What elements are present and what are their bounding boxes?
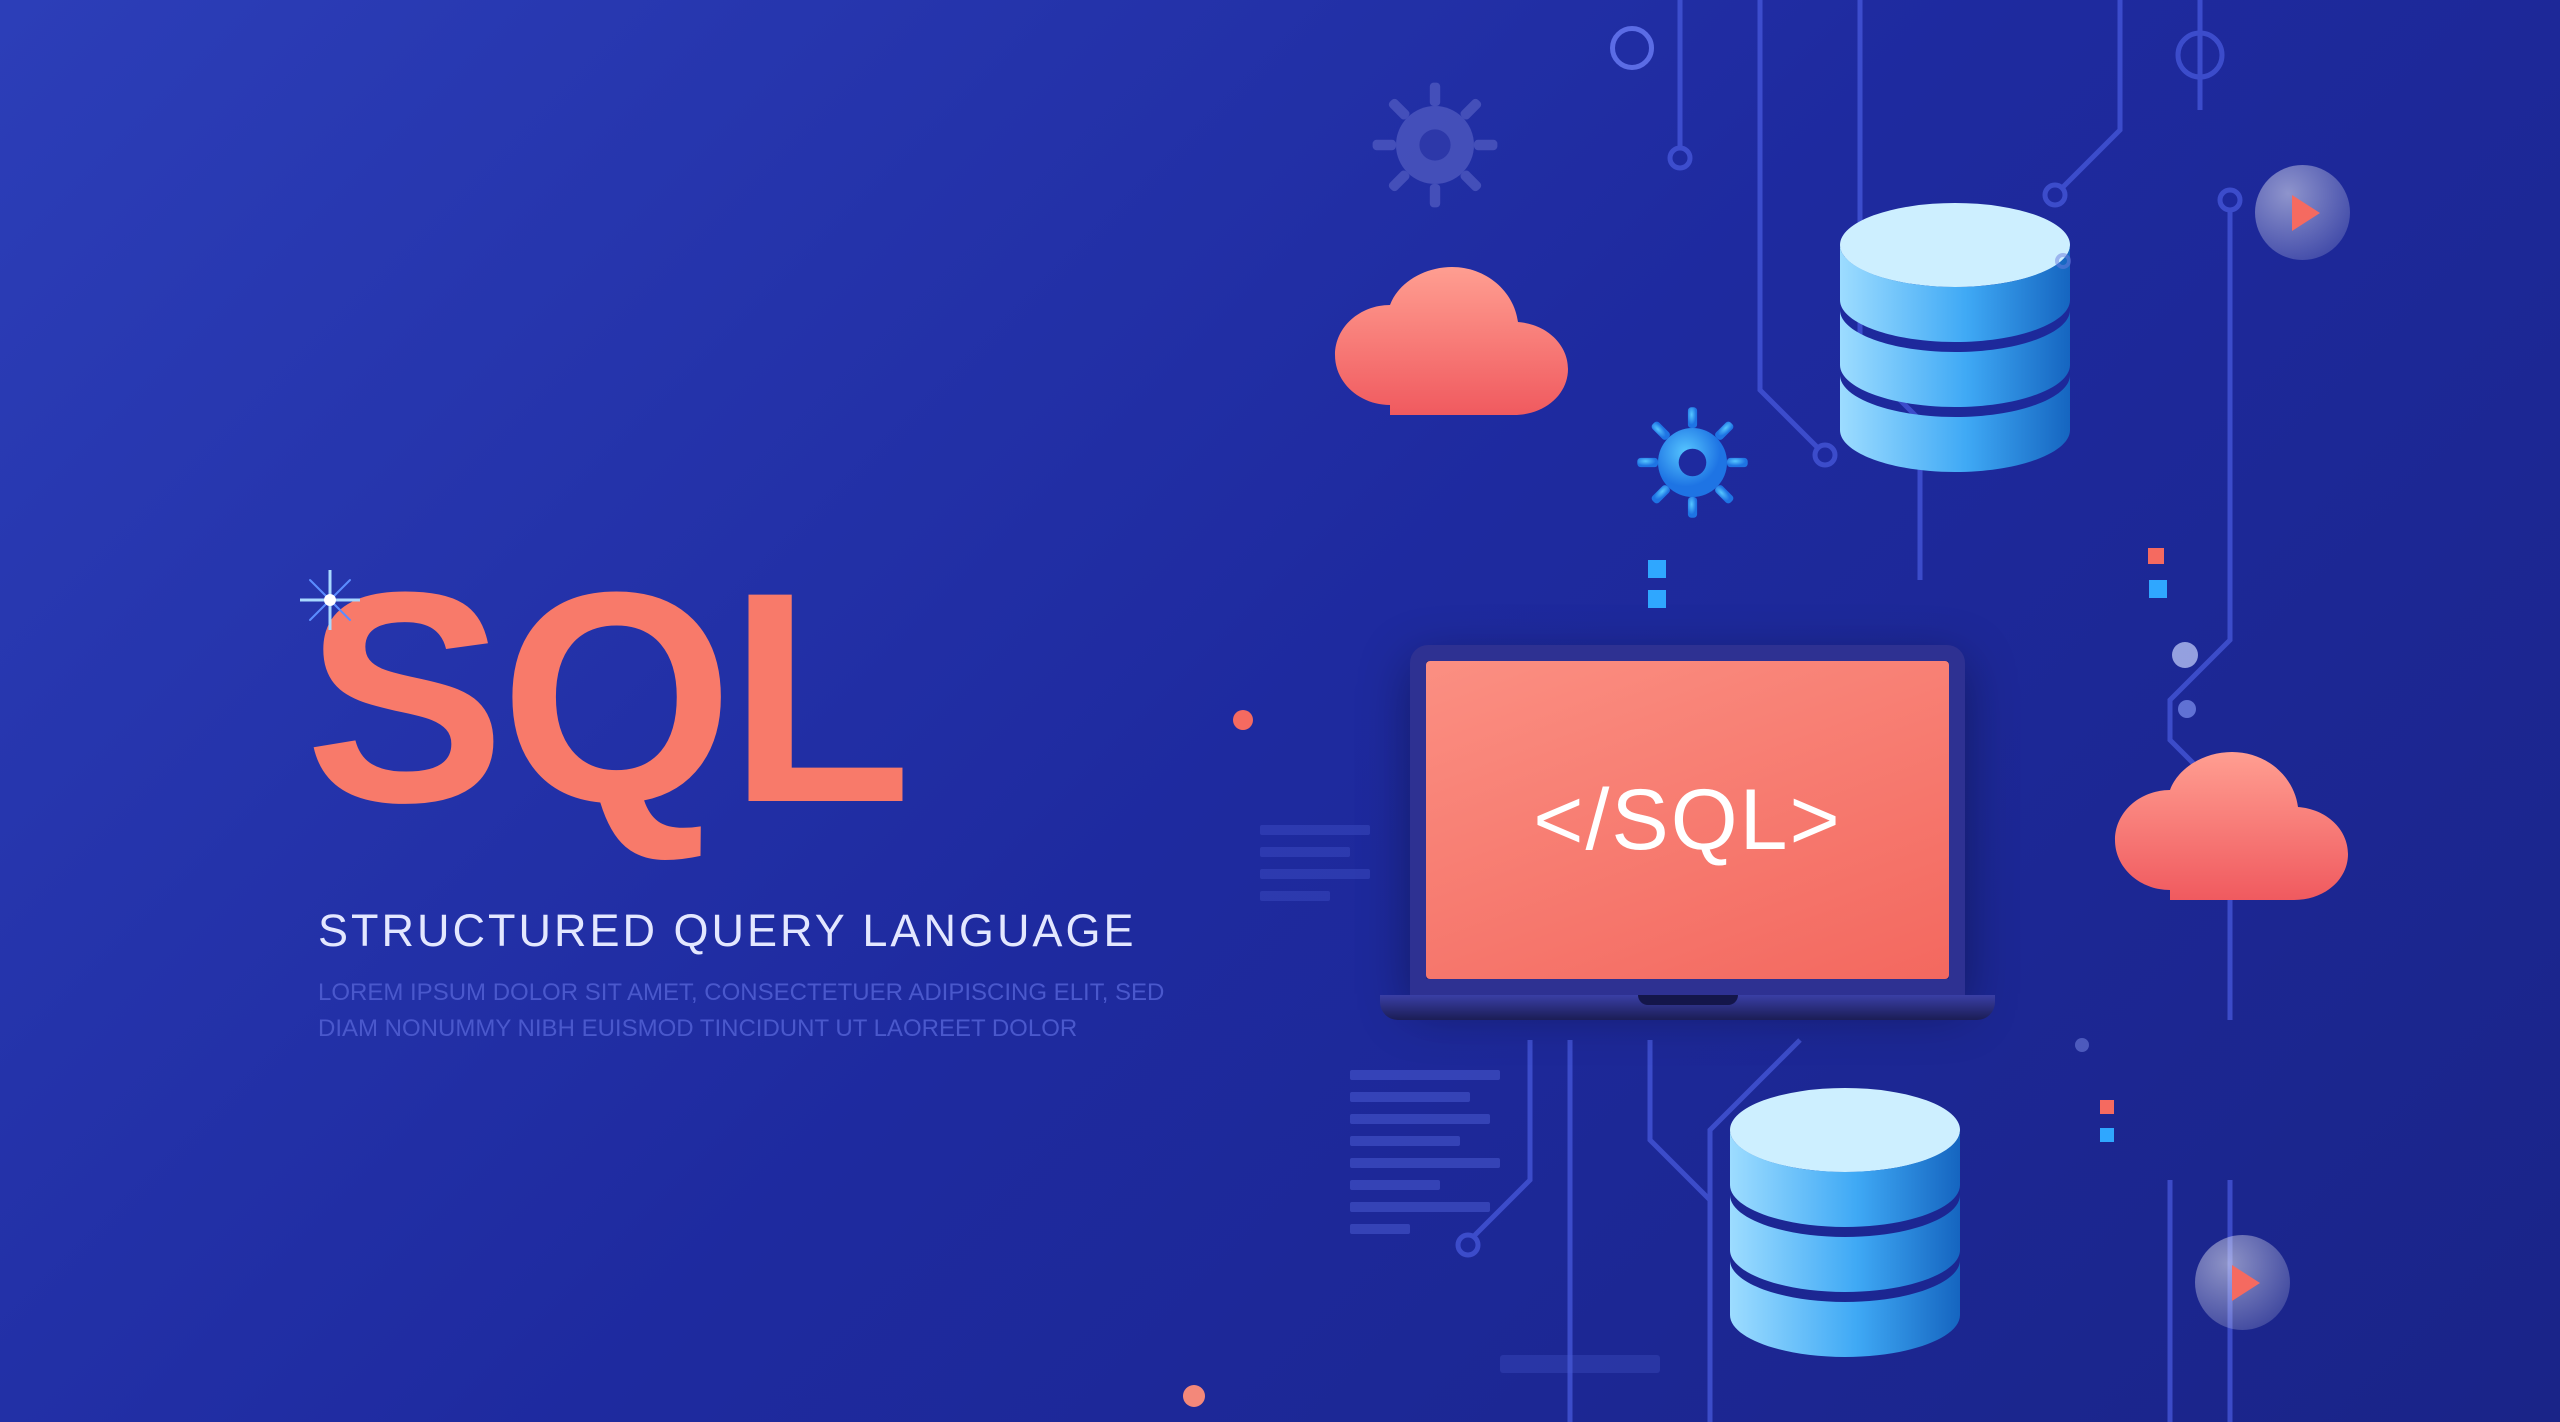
headline-description: LOREM IPSUM DOLOR SIT AMET, CONSECTETUER…	[318, 975, 1218, 1047]
decor-square	[2149, 580, 2167, 598]
database-icon	[1720, 1085, 1970, 1385]
sparkle-icon	[300, 570, 360, 630]
decor-square	[1648, 560, 1666, 578]
play-icon	[2255, 165, 2350, 260]
laptop-illustration: </SQL>	[1380, 645, 1995, 1020]
decor-square	[2100, 1128, 2114, 1142]
headline-title: SQL	[305, 570, 907, 825]
cloud-icon	[2100, 750, 2380, 910]
circle-icon	[1610, 26, 1654, 70]
gear-icon	[1370, 80, 1500, 210]
decor-square	[2100, 1100, 2114, 1114]
cloud-icon	[1320, 265, 1600, 425]
decor-dot	[1183, 1385, 1205, 1407]
decor-bar	[1500, 1355, 1660, 1373]
headline-subtitle: STRUCTURED QUERY LANGUAGE	[318, 905, 1136, 957]
decor-square	[2148, 548, 2164, 564]
laptop-screen-text: </SQL>	[1533, 771, 1841, 870]
document-lines-icon	[1260, 825, 1370, 913]
decor-square	[1648, 590, 1666, 608]
gear-icon	[1635, 405, 1750, 520]
document-lines-icon	[1350, 1070, 1500, 1246]
decor-dot	[2172, 642, 2198, 668]
database-icon	[1830, 200, 2080, 500]
play-icon	[2195, 1235, 2290, 1330]
decor-dot	[1233, 710, 1253, 730]
decor-dot	[2075, 1038, 2089, 1052]
decor-dot	[2055, 253, 2071, 269]
decor-dot	[2178, 700, 2196, 718]
